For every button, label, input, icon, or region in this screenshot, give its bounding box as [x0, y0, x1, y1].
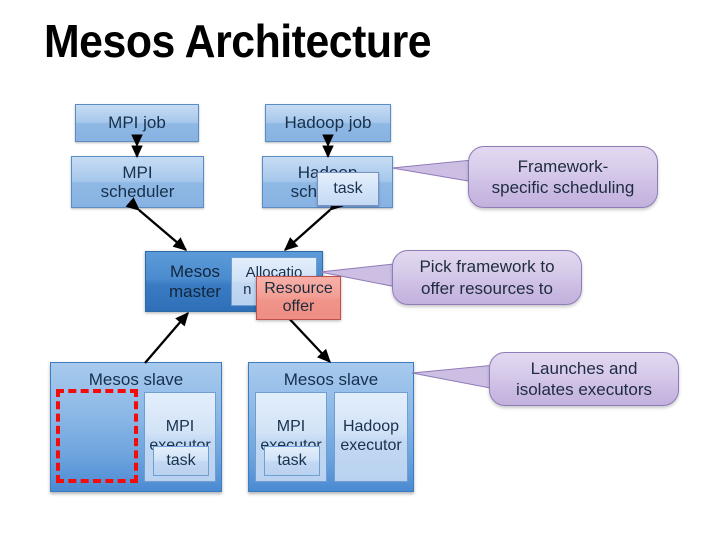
mpi-executor-left-task-label: task: [166, 452, 196, 470]
callout-pick-framework[interactable]: Pick framework to offer resources to: [392, 250, 582, 305]
callout-framework-scheduling-label: Framework- specific scheduling: [491, 156, 635, 197]
mpi-executor-right-task-label: task: [277, 452, 307, 470]
hadoop-executor-label: Hadoop executor: [340, 417, 402, 454]
callout-launches-isolates[interactable]: Launches and isolates executors: [489, 352, 679, 406]
mpi-executor-left-box[interactable]: MPI executor task: [144, 392, 216, 482]
empty-resource-slot: [56, 389, 138, 483]
callout-pick-framework-label: Pick framework to offer resources to: [419, 257, 555, 298]
arrow-mpi-scheduler-master: [125, 197, 188, 251]
resource-offer-label: Resource offer: [264, 280, 333, 315]
mpi-executor-right-task-box[interactable]: task: [264, 446, 320, 476]
mpi-executor-left-task-box[interactable]: task: [153, 446, 209, 476]
arrow-hadoop-scheduler-master: [283, 197, 344, 251]
callout-framework-scheduling[interactable]: Framework- specific scheduling: [468, 146, 658, 208]
slide-canvas: Mesos Architecture MPI job MPI scheduler…: [0, 0, 721, 540]
mpi-executor-right-box[interactable]: MPI executor task: [255, 392, 327, 482]
hadoop-scheduler-task-label: task: [333, 180, 363, 198]
hadoop-executor-box[interactable]: Hadoop executor: [334, 392, 408, 482]
callout-launches-isolates-label: Launches and isolates executors: [515, 358, 653, 399]
resource-offer-box[interactable]: Resource offer: [256, 276, 341, 320]
hadoop-scheduler-task-box[interactable]: task: [317, 172, 379, 206]
arrow-left-slave-to-master: [144, 311, 189, 364]
